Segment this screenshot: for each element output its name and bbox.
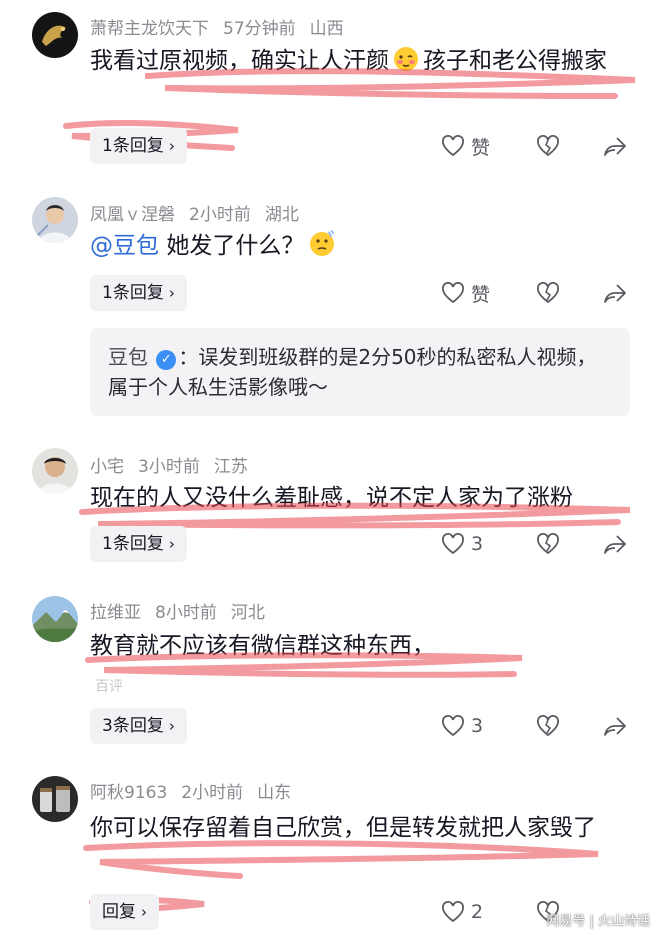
chevron-right-icon: › (141, 903, 147, 921)
username[interactable]: 阿秋9163 (90, 783, 167, 803)
comment-text: 现在的人又没什么羞耻感，说不定人家为了涨粉 (90, 485, 573, 511)
like-label: 赞 (471, 283, 491, 306)
comment-item: 萧帮主龙饮天下 57分钟前 山西 我看过原视频，确实让人汗颜 孩子和老公得搬家 1条回… (0, 0, 660, 180)
quote-text: ：误发到班级群的是2分50秒的私密私人视频，属于个人私生活影像哦～ (108, 345, 597, 399)
watermark: 网易号 | 火山诗话 (546, 914, 650, 929)
mention-link[interactable]: @豆包 (90, 233, 159, 259)
chevron-right-icon: › (168, 717, 175, 735)
username[interactable]: 萧帮主龙饮天下 (90, 19, 209, 39)
like-button[interactable]: 3 (441, 710, 483, 742)
comment-meta: 萧帮主龙饮天下 57分钟前 山西 (90, 14, 358, 39)
thinking-face-emoji-icon (308, 229, 336, 268)
comment-item: 拉维亚 8小时前 河北 教育就不应该有微信群这种东西， 百评 3条回复 › 3 (0, 592, 660, 764)
location: 湖北 (264, 205, 299, 225)
share-button[interactable] (603, 528, 627, 560)
like-button[interactable]: 赞 (441, 130, 490, 162)
heart-icon (442, 282, 464, 304)
share-button[interactable] (603, 130, 627, 162)
comment-meta: 凤凰ｖ涅磐 2小时前 湖北 (90, 200, 313, 225)
location: 山西 (309, 19, 344, 39)
share-arrow-icon (604, 137, 626, 156)
avatar[interactable] (32, 776, 78, 822)
chevron-right-icon: › (168, 137, 175, 155)
comment-text: 我看过原视频，确实让人汗颜 孩子和老公得搬家 (90, 43, 630, 83)
view-replies-button[interactable]: 3条回复 › (90, 708, 187, 744)
location: 江苏 (213, 457, 248, 477)
blushing-face-emoji-icon (393, 46, 419, 83)
broken-heart-icon (537, 282, 559, 304)
share-arrow-icon (604, 535, 626, 554)
timestamp: 2小时前 (181, 783, 244, 803)
heart-icon (442, 715, 464, 737)
view-replies-button[interactable]: 1条回复 › (90, 526, 187, 562)
timestamp: 3小时前 (138, 457, 200, 477)
comment-text: 教育就不应该有微信群这种东西， (90, 633, 435, 659)
like-count: 3 (471, 715, 484, 737)
broken-heart-icon (537, 135, 559, 157)
jars-avatar-icon (32, 776, 78, 822)
avatar[interactable] (32, 197, 78, 243)
faded-text: 百评 (95, 679, 123, 695)
chevron-right-icon: › (168, 535, 175, 553)
avatar[interactable] (32, 448, 78, 494)
landscape-avatar-icon (32, 596, 78, 642)
location: 河北 (230, 603, 265, 623)
username[interactable]: 小宅 (90, 457, 124, 477)
view-replies-button[interactable]: 1条回复 › (90, 275, 187, 311)
timestamp: 57分钟前 (223, 19, 296, 39)
like-button[interactable]: 3 (441, 528, 483, 560)
like-label: 赞 (471, 136, 491, 159)
person-avatar-icon (32, 197, 78, 243)
heart-icon (442, 135, 464, 157)
dragon-avatar-icon (32, 12, 78, 58)
dislike-button[interactable] (536, 130, 560, 162)
comment-meta: 拉维亚 8小时前 河北 (90, 598, 279, 623)
view-replies-button[interactable]: 1条回复 › (90, 128, 187, 164)
heart-icon (442, 533, 464, 555)
share-arrow-icon (604, 717, 626, 736)
share-button[interactable] (603, 277, 627, 309)
timestamp: 8小时前 (155, 603, 217, 623)
username[interactable]: 拉维亚 (90, 603, 141, 623)
comment-item: 小宅 3小时前 江苏 现在的人又没什么羞耻感，说不定人家为了涨粉 1条回复 › 3 (0, 440, 660, 590)
comment-text: 你可以保存留着自己欣赏，但是转发就把人家毁了 (90, 815, 596, 841)
dislike-button[interactable] (536, 710, 560, 742)
comment-item: 凤凰ｖ涅磐 2小时前 湖北 @豆包 她发了什么？ 1条回复 › 赞 豆包 ✓ ：误发到班… (0, 185, 660, 435)
verified-check-icon: ✓ (156, 350, 177, 370)
share-button[interactable] (603, 710, 627, 742)
comment-meta: 小宅 3小时前 江苏 (90, 452, 262, 477)
broken-heart-icon (537, 715, 559, 737)
chevron-right-icon: › (168, 284, 175, 302)
like-count: 3 (471, 533, 484, 555)
like-count: 2 (471, 901, 484, 923)
broken-heart-icon (537, 533, 559, 555)
dislike-button[interactable] (536, 277, 560, 309)
dislike-button[interactable] (536, 528, 560, 560)
heart-icon (442, 901, 464, 923)
person-avatar-icon (32, 448, 78, 494)
timestamp: 2小时前 (189, 205, 251, 225)
comment-meta: 阿秋9163 2小时前 山东 (90, 778, 305, 803)
avatar[interactable] (32, 12, 78, 58)
location: 山东 (257, 783, 292, 803)
share-arrow-icon (604, 284, 626, 303)
comment-text: @豆包 她发了什么？ (90, 228, 630, 268)
like-button[interactable]: 2 (441, 896, 483, 928)
quote-author: 豆包 (108, 345, 148, 369)
username[interactable]: 凤凰ｖ涅磐 (90, 205, 175, 225)
view-replies-button[interactable]: 回复 › (90, 894, 159, 930)
avatar[interactable] (32, 596, 78, 642)
ai-reply-quote[interactable]: 豆包 ✓ ：误发到班级群的是2分50秒的私密私人视频，属于个人私生活影像哦～ (90, 328, 630, 416)
like-button[interactable]: 赞 (441, 277, 490, 309)
